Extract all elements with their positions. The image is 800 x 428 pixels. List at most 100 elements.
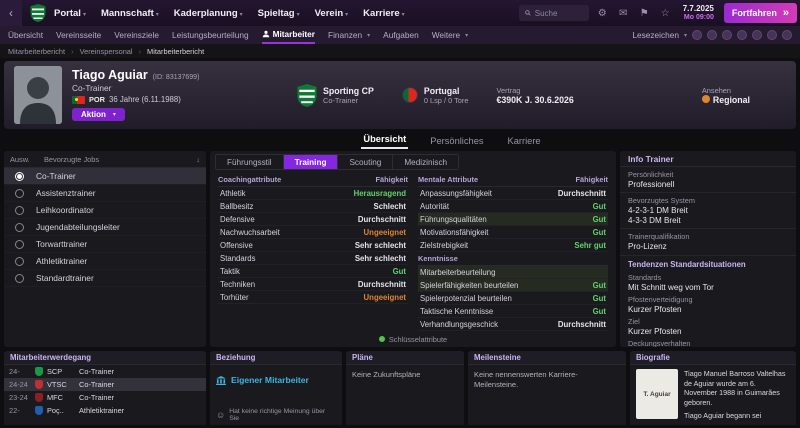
attribute-row: Motivationsfähigkeit Gut (418, 226, 608, 239)
attribute-row: Spielerpotenzial beurteilen Gut (418, 292, 608, 305)
sporting-crest-icon (30, 4, 46, 22)
attribute-row: Taktik Gut (218, 265, 408, 278)
attribute-row: Nachwuchsarbeit Ungeeignet (218, 226, 408, 239)
staff-name: Tiago Aguiar (72, 68, 148, 82)
job-row-standardtrainer[interactable]: Standardtrainer (4, 270, 206, 287)
menu-spieltag[interactable]: Spieltag ▾ (258, 8, 300, 19)
personality-label: Persönlichkeit (628, 170, 674, 179)
date-text: 7.7.2025 (682, 3, 714, 13)
breadcrumb-item[interactable]: Mitarbeiterbericht (8, 47, 65, 56)
relationship-status[interactable]: Eigener Mitarbeiter (210, 365, 342, 385)
nation-name[interactable]: Portugal (424, 86, 469, 96)
job-row-athletiktrainer[interactable]: Athletiktrainer (4, 253, 206, 270)
tab-karriere[interactable]: Karriere (506, 134, 543, 149)
flag-icon[interactable]: ⚑ (637, 5, 652, 21)
career-row[interactable]: 22- Poç.. Athletiktrainer (4, 404, 206, 417)
key-attributes-legend: Schlüsselattribute (210, 335, 616, 344)
subnav-aufgaben[interactable]: Aufgaben (383, 26, 419, 44)
tab-medizinisch[interactable]: Medizinisch (393, 155, 458, 169)
profile-tabs: Übersicht Persönliches Karriere (52, 129, 800, 149)
gear-icon[interactable]: ⚙ (595, 5, 610, 21)
radio-icon[interactable] (15, 239, 24, 249)
portrait-card: T. Aguiar (636, 369, 678, 419)
quicklink-icon[interactable] (782, 30, 792, 40)
quicklink-icon[interactable] (752, 30, 762, 40)
radio-icon[interactable] (15, 273, 24, 283)
quicklink-icon[interactable] (737, 30, 747, 40)
coaching-qualification-value: Pro-Lizenz (628, 242, 667, 251)
breadcrumb-separator: › (138, 46, 142, 56)
radio-icon[interactable] (15, 256, 24, 266)
menu-verein[interactable]: Verein ▾ (315, 8, 349, 19)
radio-icon[interactable] (15, 222, 24, 232)
quicklink-icon[interactable] (722, 30, 732, 40)
back-button[interactable]: ‹ (0, 0, 22, 26)
setpiece-value: Kurzer Pfosten (628, 327, 682, 336)
attribute-row: Zielstrebigkeit Sehr gut (418, 239, 608, 252)
subnav-uebersicht[interactable]: Übersicht (8, 26, 43, 44)
chevron-down-icon: ▾ (683, 32, 687, 39)
job-row-co-trainer[interactable]: Co-Trainer (4, 168, 206, 185)
chevron-down-icon: ▾ (345, 11, 349, 18)
preferred-jobs-panel: Ausw. Bevorzugte Jobs ↓ Co-Trainer Assis… (4, 151, 206, 347)
career-row[interactable]: 23-24 MFC Co-Trainer (4, 391, 206, 404)
career-row[interactable]: 24- SCP Co-Trainer (4, 365, 206, 378)
main-menu: Portal ▾ Mannschaft ▾ Kaderplanung ▾ Spielt… (54, 8, 405, 19)
radio-icon[interactable] (15, 205, 24, 215)
subnav-weitere[interactable]: Weitere ▾ (432, 26, 468, 44)
info-trainer-panel: Info Trainer Persönlichkeit Professionel… (620, 151, 796, 347)
club-name[interactable]: Sporting CP (323, 86, 374, 96)
tab-persoenliches[interactable]: Persönliches (428, 134, 485, 149)
column-select[interactable]: Ausw. (10, 155, 44, 164)
setpiece-label: Pfostenverteidigung (628, 295, 693, 304)
reputation-value: Regional (712, 94, 750, 105)
quicklink-icon[interactable] (767, 30, 777, 40)
jobs-header: Ausw. Bevorzugte Jobs ↓ (4, 151, 206, 168)
club-crest-icon (35, 367, 43, 376)
star-icon[interactable]: ☆ (658, 5, 673, 21)
career-row[interactable]: 24-24 VTSC Co-Trainer (4, 378, 206, 391)
subnav-finanzen[interactable]: Finanzen ▾ (328, 26, 370, 44)
menu-kaderplanung[interactable]: Kaderplanung ▾ (174, 8, 243, 19)
time-text: Mo 09:00 (683, 13, 714, 21)
radio-icon[interactable] (15, 171, 24, 181)
tab-fuehrungsstil[interactable]: Führungsstil (216, 155, 284, 169)
bookmarks-menu[interactable]: Lesezeichen ▾ (632, 26, 687, 44)
staff-photo (14, 66, 62, 124)
setpiece-label: Ziel (628, 317, 640, 326)
menu-karriere[interactable]: Karriere ▾ (363, 8, 404, 19)
search-icon (524, 10, 531, 16)
quicklink-icon[interactable] (707, 30, 717, 40)
info-trainer-title: Info Trainer (620, 151, 796, 167)
tab-scouting[interactable]: Scouting (338, 155, 394, 169)
search-box[interactable] (518, 5, 589, 21)
breadcrumb: Mitarbeiterbericht › Vereinspersonal › M… (0, 44, 800, 58)
subnav-vereinsseite[interactable]: Vereinsseite (56, 26, 101, 44)
job-row-torwarttrainer[interactable]: Torwarttrainer (4, 236, 206, 253)
job-row-leihkoordinator[interactable]: Leihkoordinator (4, 202, 206, 219)
attributes-panel: Führungsstil Training Scouting Medizinis… (210, 151, 616, 347)
search-input[interactable] (534, 8, 583, 18)
job-row-assistenztrainer[interactable]: Assistenztrainer (4, 185, 206, 202)
column-jobs[interactable]: Bevorzugte Jobs (44, 155, 99, 164)
subnav-mitarbeiter[interactable]: Mitarbeiter (261, 26, 315, 44)
radio-icon[interactable] (15, 188, 24, 198)
sort-descending-icon[interactable]: ↓ (196, 155, 200, 164)
action-button[interactable]: Aktion ▾ (72, 108, 125, 121)
caps-goals: 0 Lsp / 0 Tore (423, 95, 469, 105)
continue-button[interactable]: Fortfahren » (723, 3, 797, 23)
tab-uebersicht[interactable]: Übersicht (361, 132, 409, 149)
subnav-leistungsbeurteilung[interactable]: Leistungsbeurteilung (172, 26, 249, 44)
subnav-vereinsziele[interactable]: Vereinsziele (114, 26, 159, 44)
quicklink-icon[interactable] (692, 30, 702, 40)
contract-label: Vertrag (496, 85, 521, 95)
mail-icon[interactable]: ✉ (616, 5, 631, 21)
plans-title: Pläne (346, 351, 464, 365)
menu-mannschaft[interactable]: Mannschaft ▾ (101, 8, 159, 19)
club-info: Sporting CP Co-Trainer (297, 83, 374, 107)
breadcrumb-item[interactable]: Vereinspersonal (80, 47, 133, 56)
tab-training[interactable]: Training (283, 155, 339, 169)
job-row-jugendabteilungsleiter[interactable]: Jugendabteilungsleiter (4, 219, 206, 236)
subnav-right: Lesezeichen ▾ (632, 26, 792, 44)
menu-portal[interactable]: Portal ▾ (54, 8, 86, 19)
